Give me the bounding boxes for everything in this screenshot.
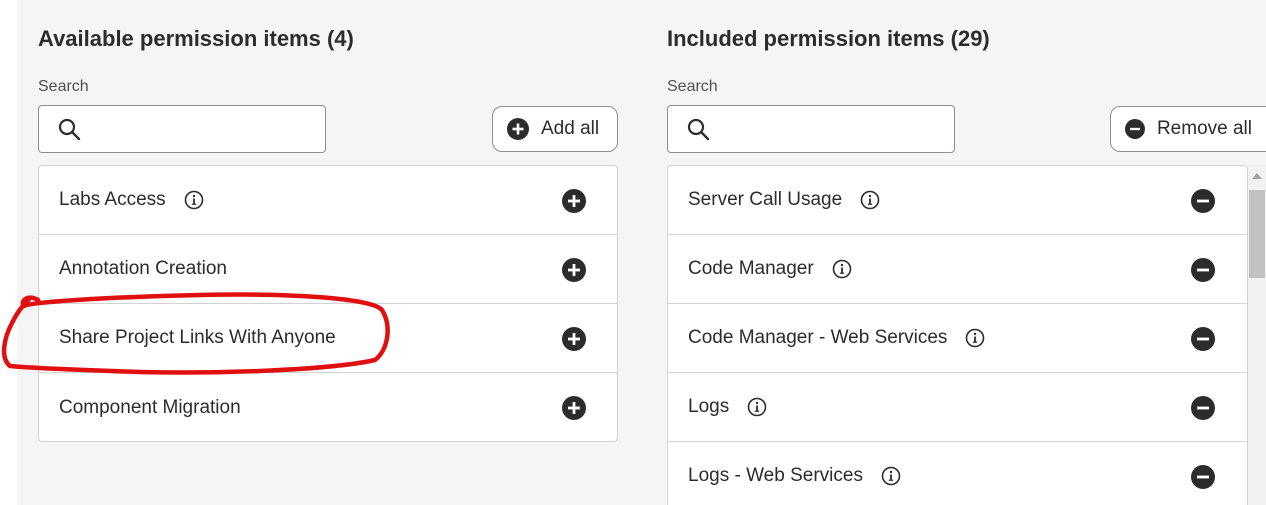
permission-label: Labs Access — [59, 189, 166, 210]
remove-item-icon[interactable] — [1191, 327, 1215, 351]
available-permission-list: Labs Access Annotation Creation Share Pr… — [38, 165, 618, 442]
permission-row-code-manager-web-services: Code Manager - Web Services — [668, 304, 1247, 373]
info-icon[interactable] — [747, 397, 767, 417]
permission-label: Logs — [688, 396, 730, 417]
scroll-up-arrow-icon[interactable] — [1252, 173, 1262, 179]
included-permission-list: Server Call Usage Code Manager Code Mana… — [667, 165, 1248, 505]
permission-label: Code Manager — [688, 258, 814, 279]
included-search-label: Search — [667, 78, 718, 95]
add-item-icon[interactable] — [562, 189, 586, 213]
info-icon[interactable] — [965, 328, 985, 348]
permission-row-labs-access: Labs Access — [39, 166, 617, 235]
permission-row-logs-web-services: Logs - Web Services — [668, 442, 1247, 505]
add-item-icon[interactable] — [562, 258, 586, 282]
permission-row-annotation-creation: Annotation Creation — [39, 235, 617, 304]
add-item-icon[interactable] — [562, 396, 586, 420]
remove-all-button[interactable]: Remove all — [1110, 106, 1266, 152]
search-icon — [58, 118, 81, 141]
permission-label: Share Project Links With Anyone — [59, 327, 336, 348]
add-item-icon[interactable] — [562, 327, 586, 351]
info-icon[interactable] — [832, 259, 852, 279]
available-search-label: Search — [38, 78, 89, 95]
included-heading: Included permission items (29) — [667, 26, 990, 51]
included-list-scrollbar[interactable] — [1248, 165, 1266, 505]
permission-label: Server Call Usage — [688, 189, 843, 210]
scroll-thumb[interactable] — [1249, 190, 1265, 278]
remove-item-icon[interactable] — [1191, 258, 1215, 282]
search-icon — [687, 118, 710, 141]
remove-all-label: Remove all — [1156, 118, 1252, 139]
available-search-box[interactable] — [38, 105, 326, 153]
info-icon[interactable] — [184, 190, 204, 210]
remove-item-icon[interactable] — [1191, 396, 1215, 420]
info-icon[interactable] — [860, 190, 880, 210]
minus-circle-icon — [1125, 119, 1145, 139]
plus-circle-icon — [507, 118, 529, 140]
remove-item-icon[interactable] — [1191, 189, 1215, 213]
permission-row-server-call-usage: Server Call Usage — [668, 166, 1247, 235]
available-heading: Available permission items (4) — [38, 26, 354, 51]
permission-row-logs: Logs — [668, 373, 1247, 442]
permission-row-code-manager: Code Manager — [668, 235, 1247, 304]
permission-label: Code Manager - Web Services — [688, 327, 948, 348]
included-search-input[interactable] — [720, 114, 948, 146]
remove-item-icon[interactable] — [1191, 465, 1215, 489]
add-all-label: Add all — [541, 118, 600, 139]
info-icon[interactable] — [881, 466, 901, 486]
permission-row-component-migration: Component Migration — [39, 373, 617, 441]
available-search-input[interactable] — [91, 114, 319, 146]
included-search-box[interactable] — [667, 105, 955, 153]
permission-label: Component Migration — [59, 396, 241, 418]
permission-label: Annotation Creation — [59, 258, 227, 279]
permission-row-share-project-links: Share Project Links With Anyone — [39, 304, 617, 373]
permission-label: Logs - Web Services — [688, 465, 863, 486]
add-all-button[interactable]: Add all — [492, 106, 618, 152]
